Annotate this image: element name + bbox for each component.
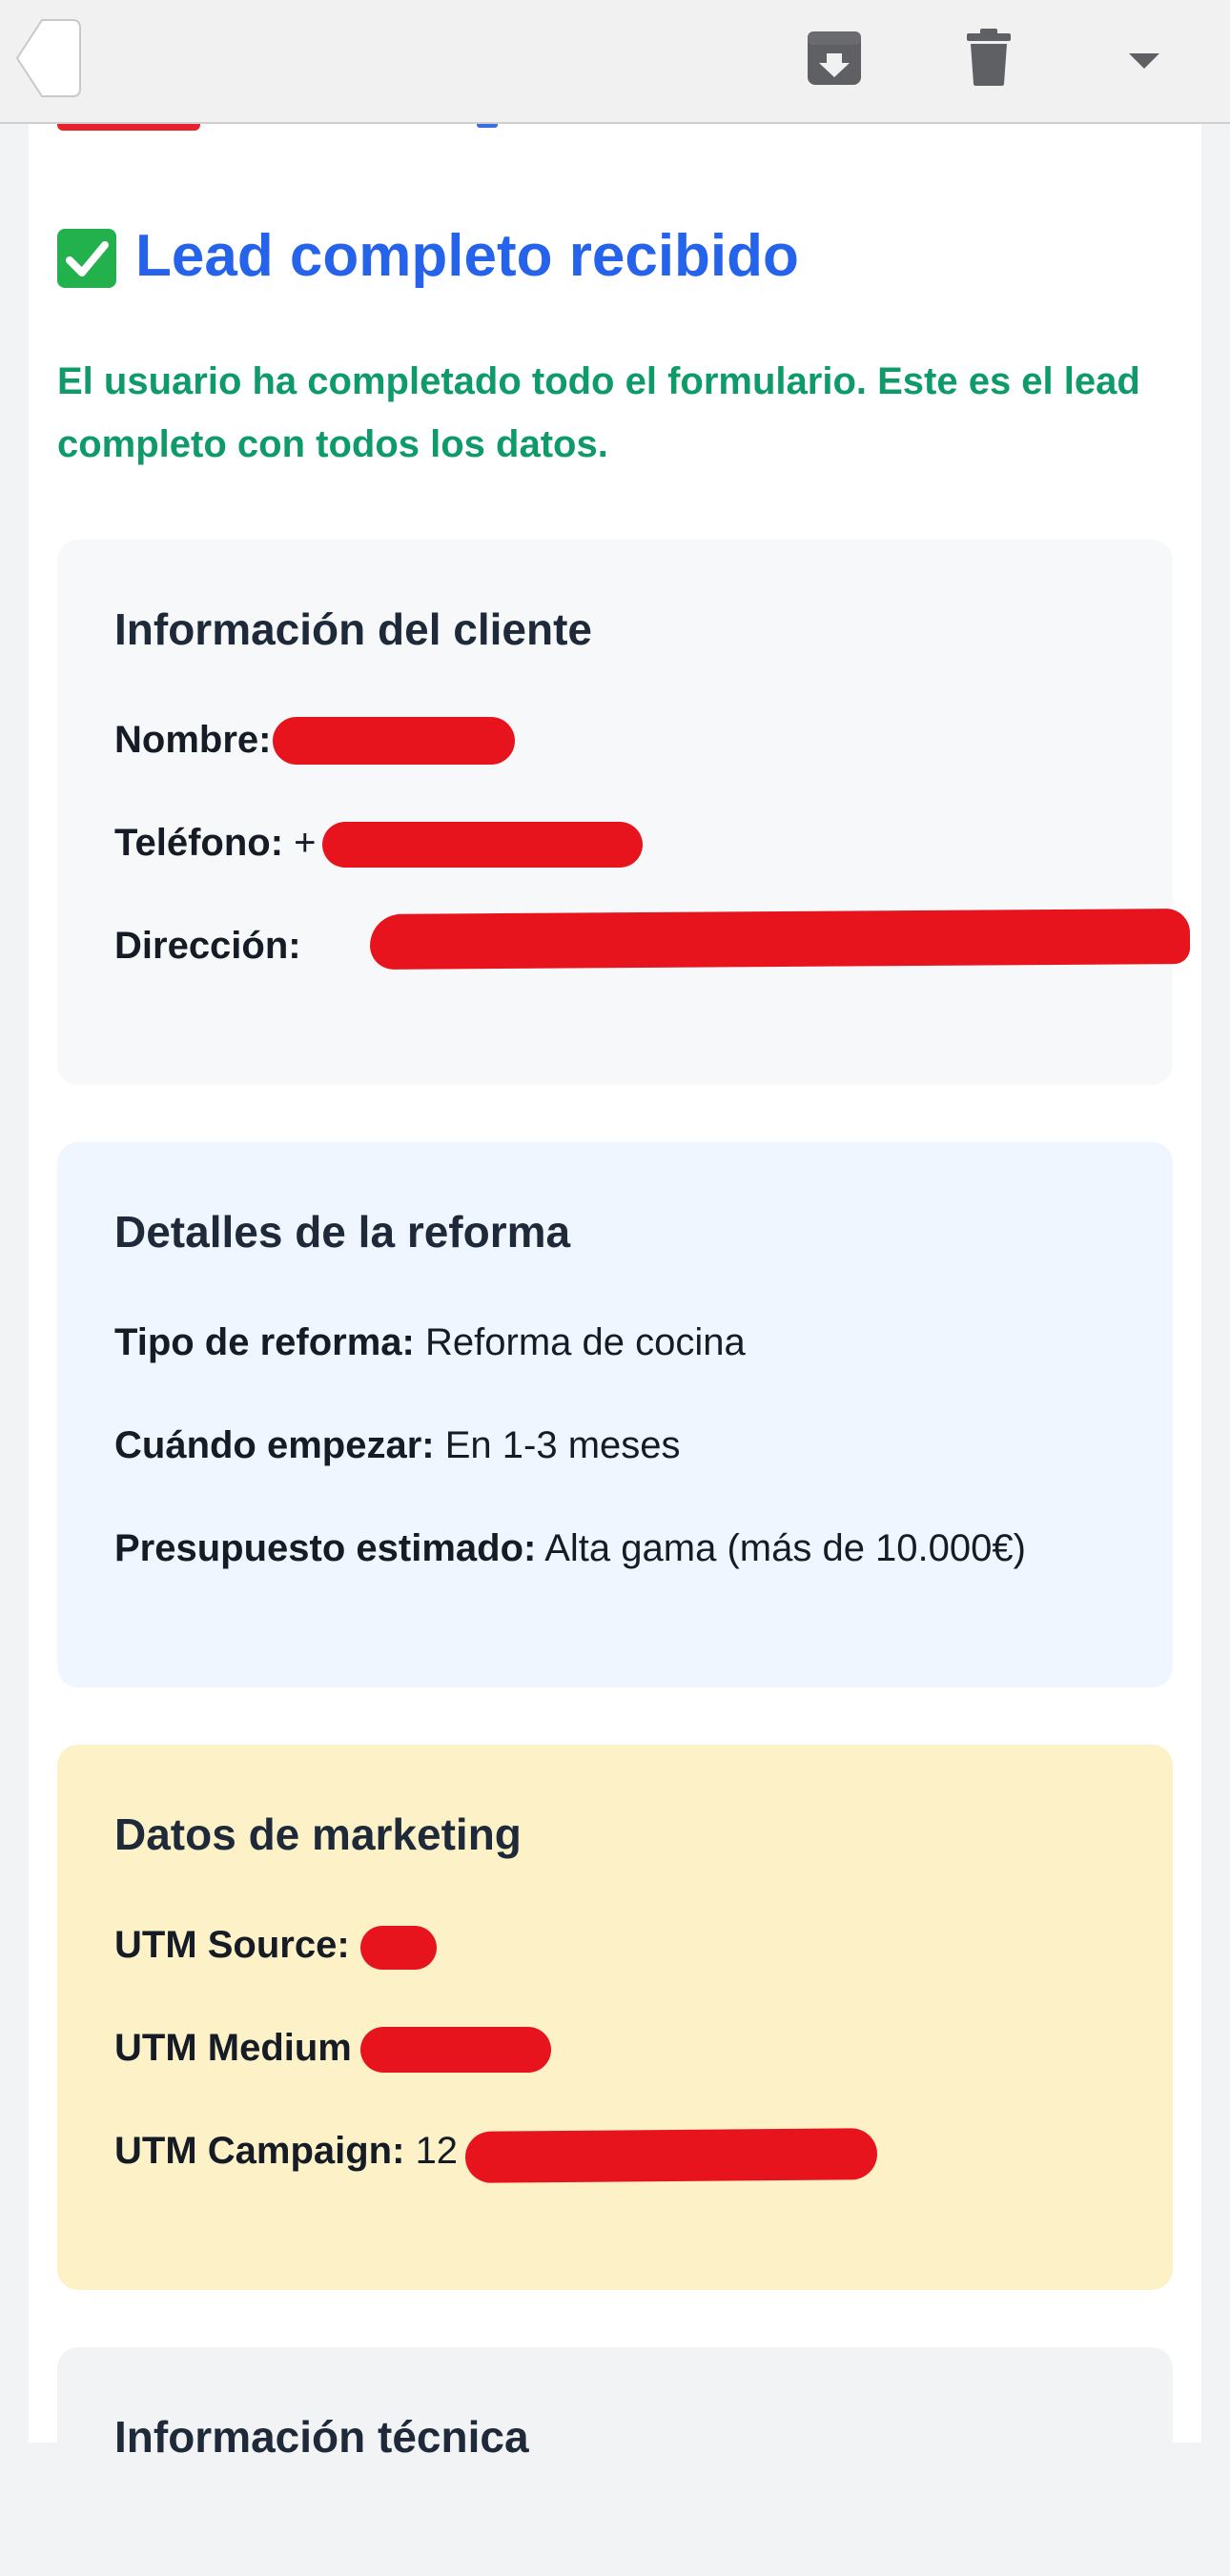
budget-value: Alta gama (más de 10.000€) [544, 1527, 1026, 1569]
address-label: Dirección: [114, 925, 301, 967]
utm-campaign-label: UTM Campaign: [114, 2130, 405, 2172]
check-mark-button-icon [57, 229, 116, 288]
chevron-left-icon [15, 19, 81, 97]
budget-row: Presupuesto estimado: Alta gama (más de … [114, 1522, 1116, 1575]
phone-label: Teléfono: [114, 822, 284, 864]
redaction-mark [360, 2027, 551, 2073]
delete-button[interactable] [967, 29, 1011, 86]
intro-text: El usuario ha completado todo el formula… [57, 360, 1140, 465]
name-label: Nombre: [114, 719, 272, 761]
redaction-mark [369, 908, 1191, 971]
section-title: Información técnica [114, 2412, 529, 2462]
start-time-row: Cuándo empezar: En 1-3 meses [114, 1419, 1116, 1472]
more-options-button[interactable] [1129, 53, 1159, 71]
section-title: Datos de marketing [114, 1809, 522, 1859]
back-button[interactable] [13, 17, 82, 99]
utm-source-row: UTM Source: [114, 1918, 1116, 1972]
email-toolbar [0, 0, 1230, 124]
utm-campaign-value: 12 [415, 2130, 459, 2172]
client-address-row: Dirección: [114, 908, 1191, 972]
phone-value: + [294, 822, 317, 864]
start-time-value: En 1-3 meses [444, 1424, 681, 1466]
email-headline: Lead completo recibido [57, 218, 799, 295]
client-phone-row: Teléfono: + [114, 816, 1116, 869]
redaction-mark [464, 2128, 878, 2183]
budget-label: Presupuesto estimado: [114, 1527, 537, 1569]
utm-medium-label: UTM Medium [114, 2027, 352, 2069]
technical-info-section: Información técnica [57, 2347, 1173, 2576]
section-title: Detalles de la reforma [114, 1207, 571, 1257]
trash-icon [967, 29, 1011, 86]
utm-medium-row: UTM Medium [114, 2021, 1116, 2075]
caret-down-icon [1129, 53, 1159, 69]
reform-details-section: Detalles de la reforma Tipo de reforma: … [57, 1142, 1173, 1687]
start-time-label: Cuándo empezar: [114, 1424, 435, 1466]
redaction-mark [57, 123, 200, 131]
headline-text: Lead completo recibido [135, 223, 799, 289]
reform-type-value: Reforma de cocina [425, 1321, 746, 1363]
section-title: Información del cliente [114, 604, 592, 654]
client-info-section: Información del cliente Nombre: Teléfono… [57, 540, 1191, 1085]
redaction-mark [360, 1926, 437, 1970]
reform-type-row: Tipo de reforma: Reforma de cocina [114, 1316, 1116, 1369]
email-body: Lead completo recibido El usuario ha com… [29, 123, 1201, 2576]
redaction-mark [322, 822, 643, 868]
archive-box-icon [808, 31, 861, 85]
marketing-section: Datos de marketing UTM Source: UTM Mediu… [57, 1745, 1173, 2290]
utm-campaign-row: UTM Campaign: 12 [114, 2124, 1116, 2183]
utm-source-label: UTM Source: [114, 1924, 350, 1966]
archive-button[interactable] [807, 29, 862, 86]
redaction-mark [273, 717, 515, 765]
reform-type-label: Tipo de reforma: [114, 1321, 415, 1363]
client-name-row: Nombre: [114, 713, 1116, 767]
